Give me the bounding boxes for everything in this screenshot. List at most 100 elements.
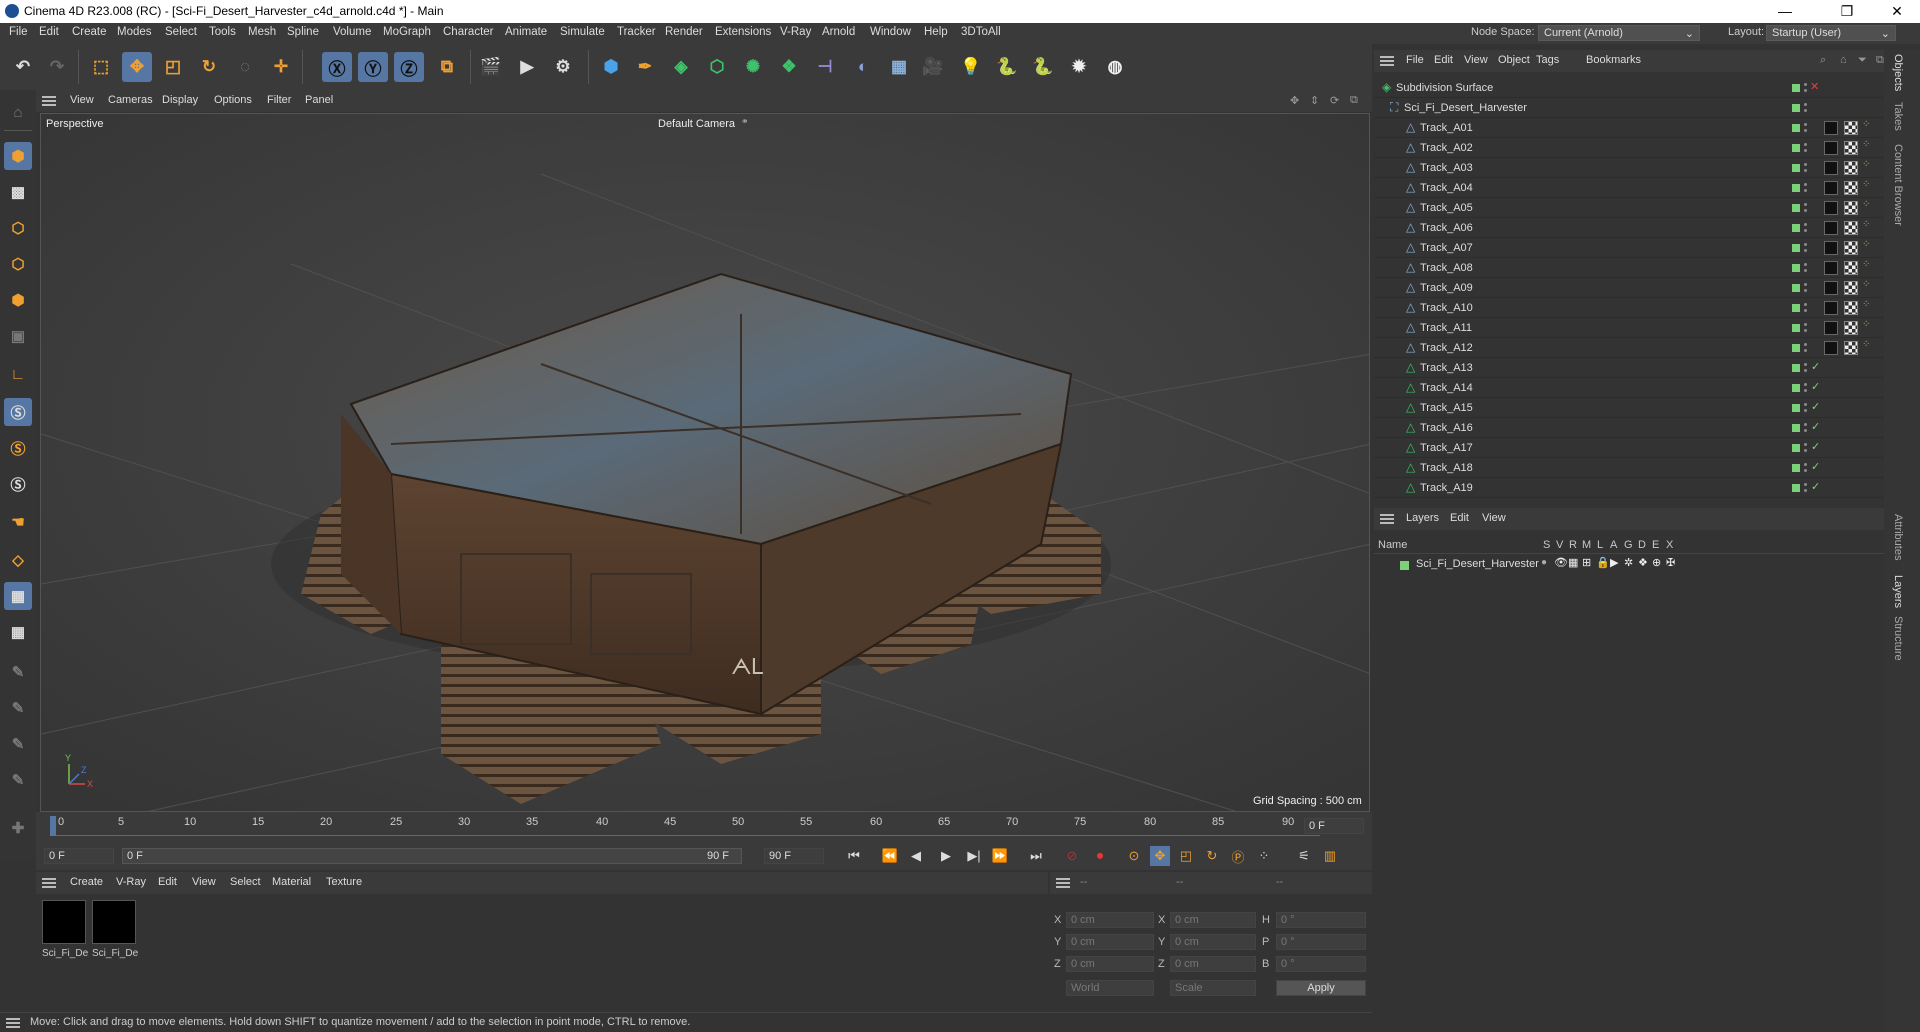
editor-visibility-dot[interactable] xyxy=(1804,123,1807,126)
position-x-field[interactable]: 0 cm xyxy=(1066,912,1154,928)
end-frame-field[interactable]: 90 F xyxy=(764,848,824,864)
menu-create[interactable]: Create xyxy=(72,26,107,38)
cloner-icon[interactable]: ✺ xyxy=(738,52,768,82)
layer-color-icon[interactable] xyxy=(1792,344,1800,352)
texture-tag-icon[interactable] xyxy=(1844,141,1858,155)
material-tag-icon[interactable] xyxy=(1824,181,1838,195)
editor-visibility-dot[interactable] xyxy=(1804,163,1807,166)
render-visibility-dot[interactable] xyxy=(1804,449,1807,452)
floor-icon[interactable]: ▦ xyxy=(884,52,914,82)
render-visibility-dot[interactable] xyxy=(1804,169,1807,172)
key-position-icon[interactable]: ✥ xyxy=(1150,846,1170,866)
layer-color-swatch[interactable] xyxy=(1400,561,1409,570)
enabled-check-icon[interactable]: ✓ xyxy=(1811,380,1820,393)
key-rotation-icon[interactable]: ↻ xyxy=(1202,846,1222,866)
render-visibility-dot[interactable] xyxy=(1804,369,1807,372)
menu-edit[interactable]: Edit xyxy=(39,26,59,38)
layer-color-icon[interactable] xyxy=(1792,84,1800,92)
viewport-menu-icon[interactable] xyxy=(42,96,56,106)
layer-color-icon[interactable] xyxy=(1792,304,1800,312)
texture-tag-icon[interactable] xyxy=(1844,341,1858,355)
layer-generator-icon[interactable]: ✲ xyxy=(1624,556,1633,569)
render-picture-viewer-icon[interactable]: ▶ xyxy=(512,52,542,82)
tab-objects[interactable]: Objects xyxy=(1892,54,1904,91)
layer-expression-icon[interactable]: ⊕ xyxy=(1652,556,1661,569)
selection-tag-icon[interactable]: ⁘ xyxy=(1862,259,1874,273)
layer-col-x[interactable]: X xyxy=(1666,539,1673,551)
editor-visibility-dot[interactable] xyxy=(1804,263,1807,266)
object-row[interactable]: △ Track_A14 ✓ xyxy=(1374,378,1884,398)
layer-menu-icon[interactable] xyxy=(1380,514,1394,524)
menu-render[interactable]: Render xyxy=(665,26,703,38)
menu-volume[interactable]: Volume xyxy=(333,26,371,38)
object-name[interactable]: Track_A15 xyxy=(1420,402,1473,414)
perspective-viewport[interactable]: ᗅᏞ Y X Z Perspective Default Camera ⚭ Gr… xyxy=(40,113,1370,812)
brush-tool-icon[interactable]: ✎ xyxy=(4,730,32,758)
object-name[interactable]: Track_A08 xyxy=(1420,262,1473,274)
material-tag-icon[interactable] xyxy=(1824,301,1838,315)
tab-attributes[interactable]: Attributes xyxy=(1892,514,1904,560)
viewport-menu-view[interactable]: View xyxy=(70,94,94,106)
search-icon[interactable]: ⌕ xyxy=(1820,54,1826,67)
layer-lock-icon[interactable]: 🔒 xyxy=(1596,556,1610,569)
selection-tag-icon[interactable]: ⁘ xyxy=(1862,179,1874,193)
object-menu-file[interactable]: File xyxy=(1406,54,1424,66)
enabled-check-icon[interactable]: ✓ xyxy=(1811,480,1820,493)
render-visibility-dot[interactable] xyxy=(1804,109,1807,112)
menu-vray[interactable]: V-Ray xyxy=(780,26,811,38)
object-name[interactable]: Track_A07 xyxy=(1420,242,1473,254)
editor-visibility-dot[interactable] xyxy=(1804,83,1807,86)
texture-mode-icon[interactable]: ▩ xyxy=(4,178,32,206)
editor-visibility-dot[interactable] xyxy=(1804,323,1807,326)
render-visibility-dot[interactable] xyxy=(1804,389,1807,392)
layer-row[interactable]: Sci_Fi_Desert_Harvester ● 👁 ▦ ⊞ 🔒 ▶ ✲ ❖ … xyxy=(1374,556,1884,574)
layout-dropdown[interactable]: Startup (User) ⌄ xyxy=(1766,25,1896,41)
arnold-settings-icon[interactable]: ✹ xyxy=(1064,52,1094,82)
object-name[interactable]: Track_A13 xyxy=(1420,362,1473,374)
viewport-menu-options[interactable]: Options xyxy=(214,94,252,106)
object-name[interactable]: Track_A05 xyxy=(1420,202,1473,214)
render-visibility-dot[interactable] xyxy=(1804,149,1807,152)
material-menu-view[interactable]: View xyxy=(192,876,216,888)
selection-tag-icon[interactable]: ⁘ xyxy=(1862,279,1874,293)
material-swatch[interactable] xyxy=(92,900,136,944)
material-menu-vray[interactable]: V-Ray xyxy=(116,876,146,888)
viewport-menu-filter[interactable]: Filter xyxy=(267,94,291,106)
selection-tag-icon[interactable]: ⁘ xyxy=(1862,339,1874,353)
rotate-tool-icon[interactable]: ↻ xyxy=(194,52,224,82)
object-row[interactable]: △ Track_A17 ✓ xyxy=(1374,438,1884,458)
paint-tool-icon[interactable]: ✎ xyxy=(4,658,32,686)
selection-tag-icon[interactable]: ⁘ xyxy=(1862,219,1874,233)
selection-tag-icon[interactable]: ⁘ xyxy=(1862,319,1874,333)
size-z-field[interactable]: 0 cm xyxy=(1170,956,1256,972)
selection-tag-icon[interactable]: ⁘ xyxy=(1862,299,1874,313)
frame-range-slider[interactable]: 0 F 90 F xyxy=(122,848,742,864)
prev-key-icon[interactable]: ⏪ xyxy=(880,846,900,866)
texture-tag-icon[interactable] xyxy=(1844,181,1858,195)
object-name[interactable]: Track_A11 xyxy=(1420,322,1472,334)
polygon-mode-icon[interactable]: ⬢ xyxy=(4,286,32,314)
python-generator-icon[interactable]: 🐍 xyxy=(1028,52,1058,82)
material-menu-texture[interactable]: Texture xyxy=(326,876,362,888)
object-row[interactable]: △ Track_A10 ⁘ xyxy=(1374,298,1884,318)
model-mode-icon[interactable]: ⬢ xyxy=(4,142,32,170)
autokey-icon[interactable]: ⏺ xyxy=(1090,846,1110,866)
material-tag-icon[interactable] xyxy=(1824,121,1838,135)
layer-col-r[interactable]: R xyxy=(1569,539,1577,551)
position-y-field[interactable]: 0 cm xyxy=(1066,934,1154,950)
material-menu-create[interactable]: Create xyxy=(70,876,103,888)
sculpt-tool-icon[interactable]: ✎ xyxy=(4,694,32,722)
timeline-playhead[interactable] xyxy=(50,816,56,836)
home-icon[interactable]: ⌂ xyxy=(1840,54,1847,66)
render-visibility-dot[interactable] xyxy=(1804,349,1807,352)
layer-col-g[interactable]: G xyxy=(1624,539,1633,551)
light-icon[interactable]: 💡 xyxy=(956,52,986,82)
timeline-window-icon[interactable]: ▥ xyxy=(1320,846,1340,866)
layer-col-v[interactable]: V xyxy=(1556,539,1563,551)
transform-tool-icon[interactable]: ✛ xyxy=(266,52,296,82)
material-menu-select[interactable]: Select xyxy=(230,876,261,888)
locked-workplane-icon[interactable]: ▦ xyxy=(4,582,32,610)
object-menu-edit[interactable]: Edit xyxy=(1434,54,1453,66)
point-mode-icon[interactable]: ⬡ xyxy=(4,214,32,242)
object-row[interactable]: △ Track_A08 ⁘ xyxy=(1374,258,1884,278)
